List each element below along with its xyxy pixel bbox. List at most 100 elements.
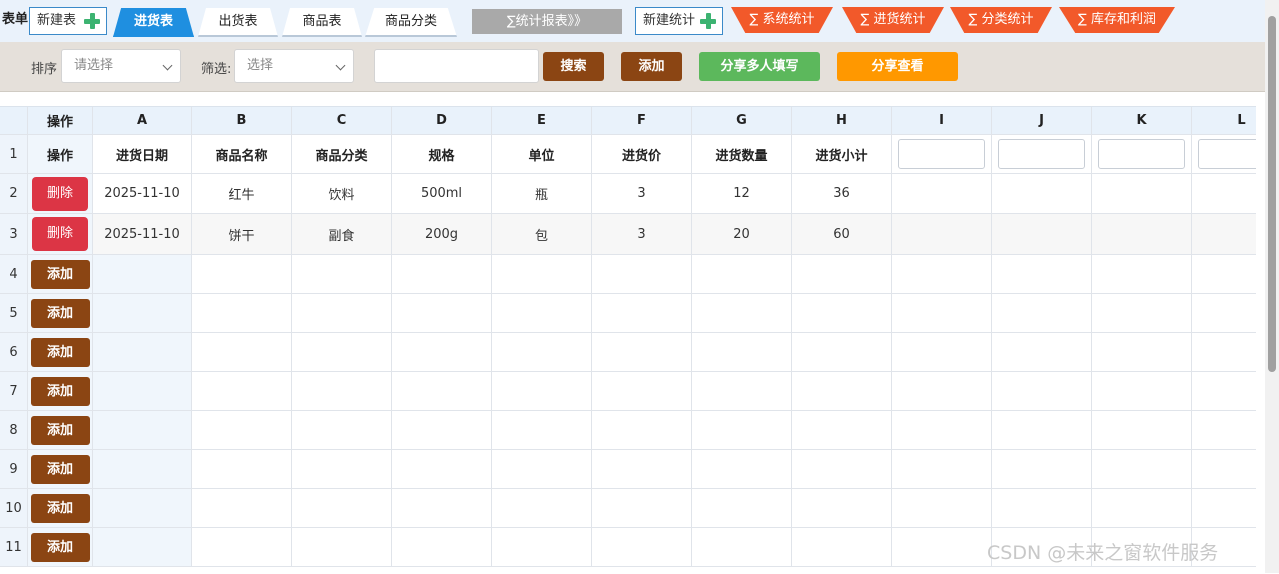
table-cell[interactable] [492,294,592,333]
delete-button[interactable]: 删除 [32,217,88,251]
column-letter[interactable]: E [492,107,592,135]
table-cell[interactable] [492,450,592,489]
table-cell[interactable] [93,372,192,411]
table-cell[interactable] [992,214,1092,255]
table-cell[interactable] [192,372,292,411]
table-cell[interactable]: 副食 [292,214,392,255]
column-letter[interactable]: A [93,107,192,135]
table-cell[interactable]: 红牛 [192,174,292,214]
table-cell[interactable] [492,411,592,450]
new-table-button[interactable]: 新建表 [29,7,107,35]
column-letter[interactable]: F [592,107,692,135]
table-cell[interactable] [592,333,692,372]
add-button[interactable]: 添加 [621,52,682,81]
table-cell[interactable] [392,411,492,450]
table-cell[interactable] [93,411,192,450]
search-button[interactable]: 搜索 [543,52,604,81]
table-cell[interactable] [292,411,392,450]
table-cell[interactable] [992,294,1092,333]
table-cell[interactable] [192,411,292,450]
tab-purchase-stat[interactable]: ∑ 进货统计 [842,7,944,33]
table-cell[interactable] [792,333,892,372]
column-letter[interactable]: I [892,107,992,135]
table-cell[interactable] [1192,255,1256,294]
table-cell[interactable] [392,255,492,294]
column-letter[interactable]: B [192,107,292,135]
table-cell[interactable] [492,333,592,372]
table-cell[interactable] [1092,294,1192,333]
column-letter[interactable]: 操作 [28,107,93,135]
table-cell[interactable] [592,528,692,567]
add-row-button[interactable]: 添加 [30,298,90,328]
column-name-input[interactable] [1098,139,1185,169]
table-cell[interactable] [892,333,992,372]
tab-products[interactable]: 商品表 [282,8,362,37]
table-cell[interactable] [792,489,892,528]
column-name-input[interactable] [998,139,1085,169]
search-input[interactable] [374,49,539,83]
delete-button[interactable]: 删除 [32,176,88,211]
table-cell[interactable] [1192,174,1256,214]
table-cell[interactable]: 36 [792,174,892,214]
table-cell[interactable] [93,294,192,333]
table-cell[interactable] [1092,372,1192,411]
table-cell[interactable] [292,489,392,528]
table-cell[interactable] [392,372,492,411]
table-cell[interactable] [692,255,792,294]
table-cell[interactable] [192,333,292,372]
table-cell[interactable]: 20 [692,214,792,255]
table-cell[interactable] [592,489,692,528]
table-cell[interactable]: 包 [492,214,592,255]
share-fill-button[interactable]: 分享多人填写 [699,52,820,81]
table-cell[interactable] [592,255,692,294]
table-cell[interactable] [892,372,992,411]
table-cell[interactable] [792,528,892,567]
table-cell[interactable]: 2025-11-10 [93,214,192,255]
table-cell[interactable] [892,255,992,294]
table-cell[interactable] [1192,411,1256,450]
table-cell[interactable] [892,528,992,567]
table-cell[interactable] [1092,411,1192,450]
table-cell[interactable] [892,294,992,333]
table-cell[interactable] [692,450,792,489]
table-cell[interactable] [93,450,192,489]
table-cell[interactable] [292,255,392,294]
table-cell[interactable] [592,450,692,489]
table-cell[interactable] [192,294,292,333]
column-letter[interactable]: D [392,107,492,135]
column-letter[interactable]: H [792,107,892,135]
add-row-button[interactable]: 添加 [30,415,90,445]
table-cell[interactable]: 瓶 [492,174,592,214]
table-cell[interactable]: 200g [392,214,492,255]
add-row-button[interactable]: 添加 [30,337,90,367]
table-cell[interactable] [292,372,392,411]
table-cell[interactable] [792,255,892,294]
add-row-button[interactable]: 添加 [30,376,90,406]
table-cell[interactable] [892,489,992,528]
table-cell[interactable] [93,489,192,528]
table-cell[interactable] [292,333,392,372]
table-cell[interactable] [692,372,792,411]
scrollbar-thumb[interactable] [1268,16,1276,372]
share-view-button[interactable]: 分享查看 [837,52,958,81]
table-cell[interactable] [492,489,592,528]
add-row-button[interactable]: 添加 [30,493,90,523]
table-cell[interactable] [392,528,492,567]
table-cell[interactable] [192,528,292,567]
table-cell[interactable] [892,411,992,450]
table-cell[interactable] [692,333,792,372]
table-cell[interactable] [792,411,892,450]
table-cell[interactable] [992,174,1092,214]
table-cell[interactable] [692,489,792,528]
table-cell[interactable] [392,489,492,528]
table-cell[interactable]: 3 [592,174,692,214]
add-row-button[interactable]: 添加 [30,532,90,562]
new-stat-button[interactable]: 新建统计 [635,7,723,35]
column-letter[interactable]: L [1192,107,1256,135]
table-cell[interactable] [792,372,892,411]
column-name-input[interactable] [1198,139,1256,169]
table-cell[interactable] [292,528,392,567]
add-row-button[interactable]: 添加 [30,454,90,484]
table-cell[interactable] [1092,450,1192,489]
table-cell[interactable] [692,411,792,450]
